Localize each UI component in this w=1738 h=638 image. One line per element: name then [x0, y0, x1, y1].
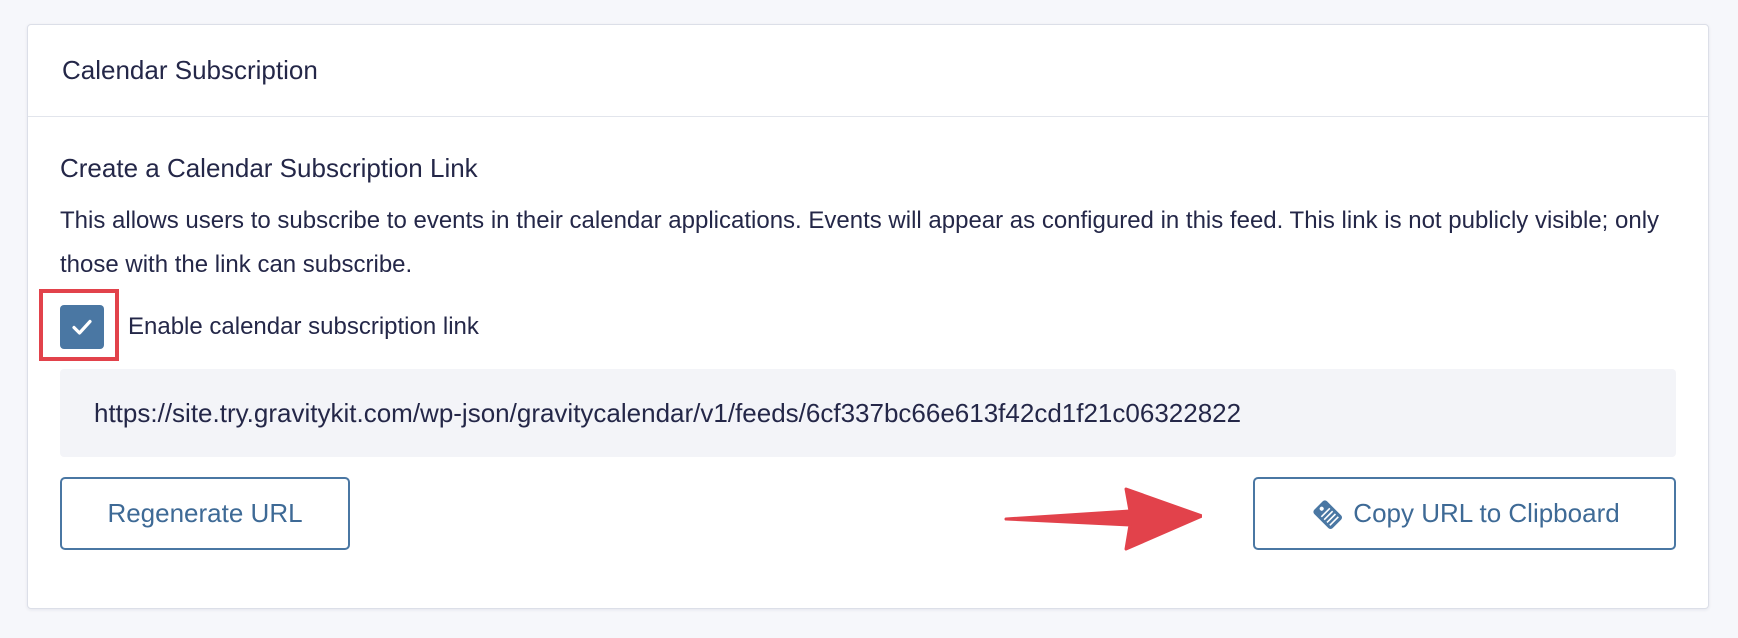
- arrow-annotation: [1004, 487, 1202, 551]
- clipboard-tag-icon: [1309, 496, 1345, 532]
- copy-url-button[interactable]: Copy URL to Clipboard: [1253, 477, 1676, 550]
- enable-subscription-checkbox[interactable]: [60, 305, 104, 349]
- subscription-url-field[interactable]: https://site.try.gravitykit.com/wp-json/…: [60, 369, 1676, 457]
- regenerate-url-button[interactable]: Regenerate URL: [60, 477, 350, 550]
- checkmark-icon: [72, 319, 92, 335]
- copy-url-label: Copy URL to Clipboard: [1353, 498, 1620, 528]
- calendar-subscription-panel: Calendar Subscription Create a Calendar …: [27, 24, 1709, 609]
- enable-subscription-label[interactable]: Enable calendar subscription link: [128, 313, 479, 341]
- panel-header: Calendar Subscription: [28, 25, 1708, 117]
- section-title: Create a Calendar Subscription Link: [60, 153, 478, 183]
- section-description: This allows users to subscribe to events…: [60, 207, 1660, 278]
- enable-subscription-row: Enable calendar subscription link: [60, 305, 479, 349]
- panel-title: Calendar Subscription: [62, 55, 318, 85]
- regenerate-url-label: Regenerate URL: [107, 498, 303, 528]
